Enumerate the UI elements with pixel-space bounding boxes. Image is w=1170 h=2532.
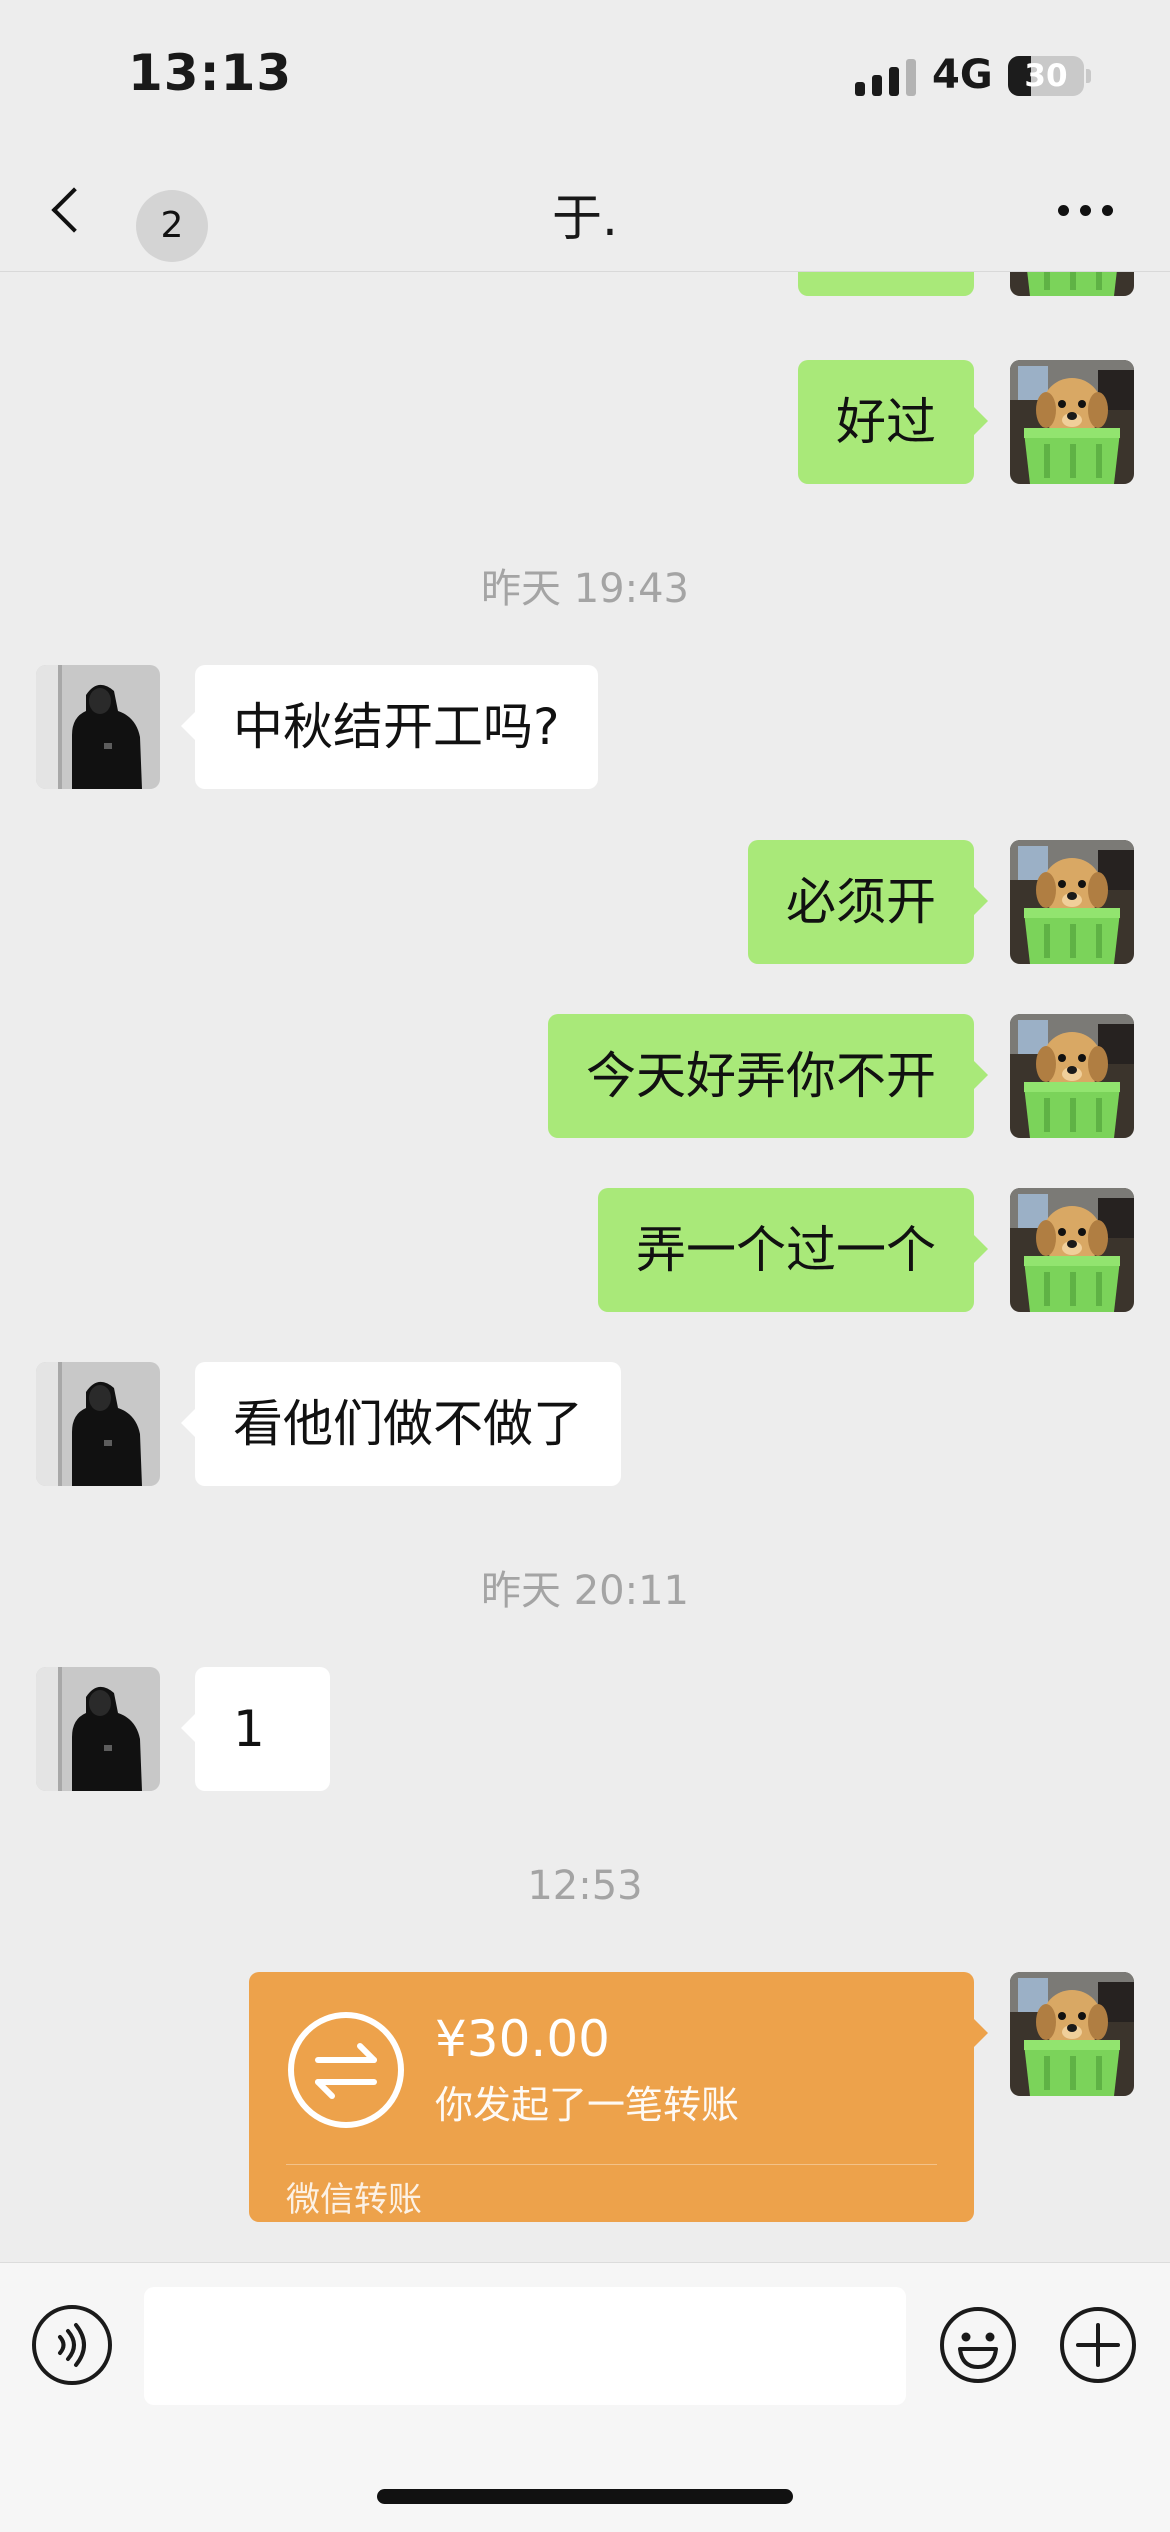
signal-icon: [855, 58, 916, 96]
message-bubble-partial[interactable]: [798, 272, 974, 296]
message-bubble-outgoing[interactable]: 好过: [798, 360, 988, 484]
message-bubble-outgoing[interactable]: 今天好弄你不开: [548, 1014, 988, 1138]
emoji-button[interactable]: [938, 2305, 1018, 2385]
back-button[interactable]: 2: [40, 170, 208, 262]
transfer-arrows-icon: [288, 2012, 404, 2128]
more-button[interactable]: [1050, 180, 1120, 240]
home-indicator[interactable]: [377, 2489, 793, 2504]
contact-avatar[interactable]: [36, 665, 160, 789]
transfer-card[interactable]: ¥30.00 你发起了一笔转账 微信转账: [249, 1972, 988, 2222]
network-type: 4G: [932, 52, 993, 98]
transfer-description: 你发起了一笔转账: [435, 2083, 740, 2127]
divider: [286, 2164, 937, 2165]
message-timestamp: 12:53: [527, 1863, 643, 1909]
voice-icon: [58, 2323, 86, 2367]
transfer-amount: ¥30.00: [435, 2010, 610, 2068]
message-bubble-incoming[interactable]: 中秋结开工吗?: [181, 665, 598, 789]
more-dot: [1101, 204, 1113, 216]
status-bar: 13:13 4G 30: [0, 0, 1170, 150]
contact-avatar[interactable]: [36, 1362, 160, 1486]
status-time: 13:13: [128, 44, 293, 102]
message-list[interactable]: 好过 昨天 19:43 中秋结开工吗? 必须开 今天好弄你不开 弄一个过一个 看…: [0, 272, 1170, 2262]
my-avatar[interactable]: [1010, 1188, 1134, 1312]
message-bubble-incoming[interactable]: 1: [181, 1667, 330, 1791]
contact-avatar[interactable]: [36, 1667, 160, 1791]
battery-cap: [1086, 69, 1091, 83]
chevron-left-icon: [51, 187, 97, 233]
voice-button[interactable]: [32, 2305, 112, 2385]
chat-header: 2 于.: [0, 150, 1170, 272]
more-dot: [1079, 204, 1091, 216]
battery-icon: 30: [1008, 56, 1084, 96]
my-avatar[interactable]: [1010, 1972, 1134, 2096]
my-avatar[interactable]: [1010, 272, 1134, 296]
my-avatar[interactable]: [1010, 840, 1134, 964]
plus-button[interactable]: [1058, 2305, 1138, 2385]
message-bubble-outgoing[interactable]: 弄一个过一个: [598, 1188, 988, 1312]
message-input[interactable]: [144, 2287, 906, 2405]
message-bubble-incoming[interactable]: 看他们做不做了: [181, 1362, 621, 1486]
more-dot: [1057, 204, 1069, 216]
battery-level: 30: [1024, 58, 1068, 94]
message-timestamp: 昨天 19:43: [481, 566, 689, 612]
my-avatar[interactable]: [1010, 360, 1134, 484]
my-avatar[interactable]: [1010, 1014, 1134, 1138]
message-bubble-outgoing[interactable]: 必须开: [748, 840, 988, 964]
unread-count-badge: 2: [136, 190, 208, 262]
emoji-icon: [940, 2307, 1016, 2383]
message-timestamp: 昨天 20:11: [481, 1568, 689, 1614]
transfer-source: 微信转账: [286, 2180, 422, 2220]
chat-title: 于.: [552, 189, 618, 247]
plus-circle-icon: [1060, 2307, 1136, 2383]
